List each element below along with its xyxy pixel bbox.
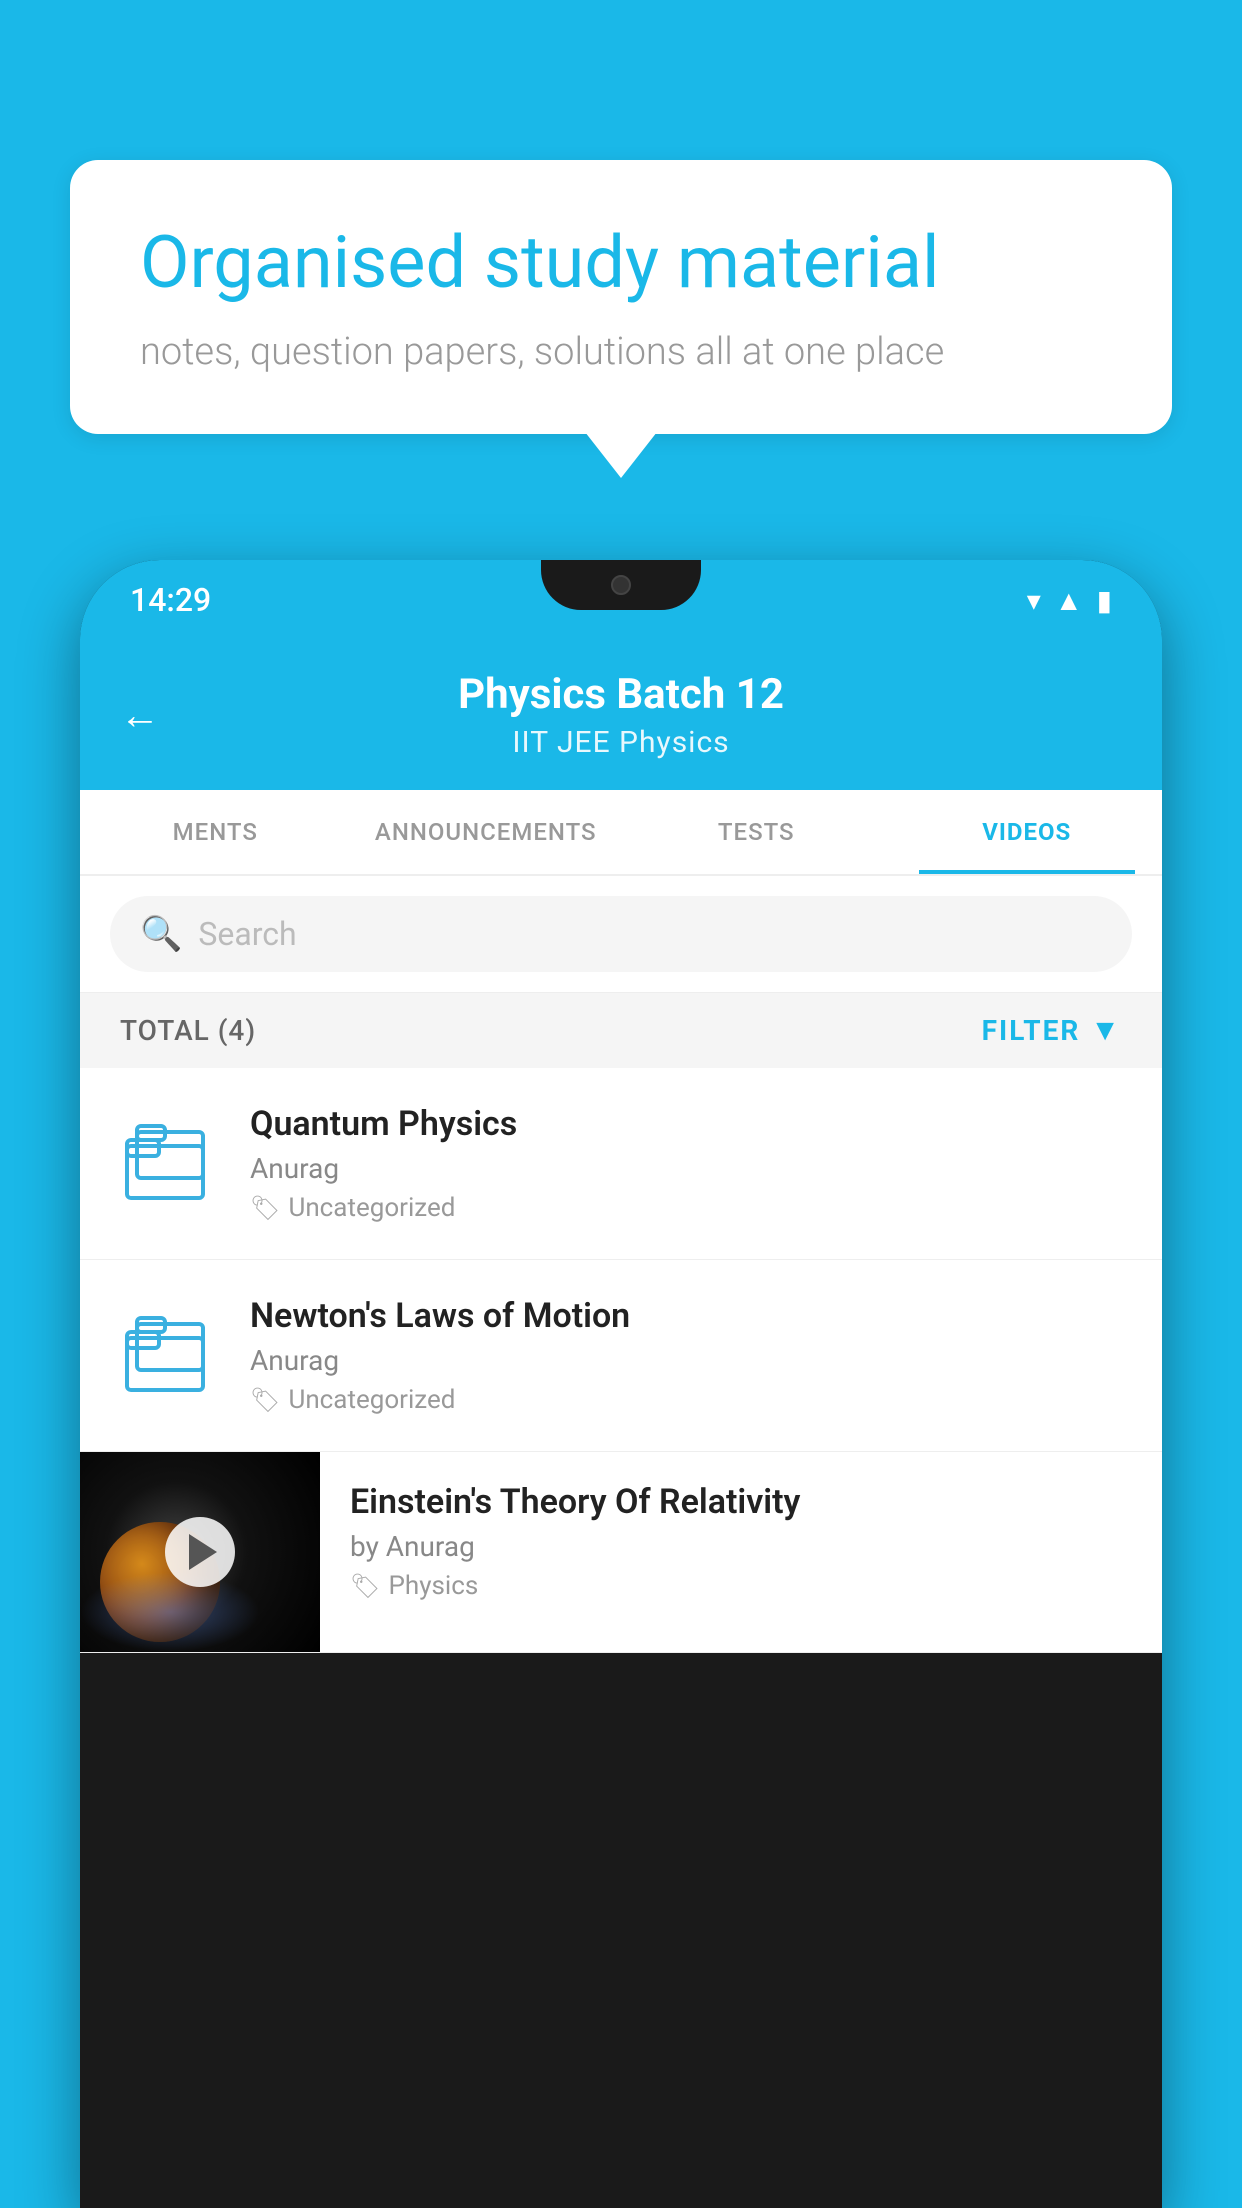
search-input[interactable]: Search xyxy=(198,915,296,953)
tab-ments[interactable]: MENTS xyxy=(80,790,351,874)
speech-bubble: Organised study material notes, question… xyxy=(70,160,1172,434)
tag-icon: 🏷 xyxy=(250,1194,280,1222)
item-author: Anurag xyxy=(250,1344,1122,1377)
notch xyxy=(541,560,701,610)
filter-label: FILTER xyxy=(982,1014,1081,1047)
list-item[interactable]: Newton's Laws of Motion Anurag 🏷 Uncateg… xyxy=(80,1260,1162,1452)
item-details: Newton's Laws of Motion Anurag 🏷 Uncateg… xyxy=(250,1296,1122,1415)
app-header: ← Physics Batch 12 IIT JEE Physics xyxy=(80,640,1162,790)
item-author: Anurag xyxy=(250,1152,1122,1185)
phone-frame: 14:29 ▾ ▲ ▮ ← Physics Batch 12 IIT JEE P… xyxy=(80,560,1162,2208)
item-title: Quantum Physics xyxy=(250,1104,1122,1144)
content-list: Quantum Physics Anurag 🏷 Uncategorized xyxy=(80,1068,1162,1653)
thumb-image xyxy=(80,1452,320,1652)
tag-text: Uncategorized xyxy=(288,1193,455,1223)
item-icon-wrap xyxy=(120,1110,220,1210)
item-icon-wrap xyxy=(120,1302,220,1402)
filter-funnel-icon: ▼ xyxy=(1090,1013,1122,1048)
thumb-author: by Anurag xyxy=(350,1530,1132,1563)
battery-icon: ▮ xyxy=(1097,584,1112,617)
thumb-title: Einstein's Theory Of Relativity xyxy=(350,1482,1132,1522)
search-icon: 🔍 xyxy=(140,914,182,954)
search-bar[interactable]: 🔍 Search xyxy=(110,896,1132,972)
speech-bubble-card: Organised study material notes, question… xyxy=(70,160,1172,434)
camera-dot xyxy=(611,575,631,595)
item-tag: 🏷 Uncategorized xyxy=(250,1193,1122,1223)
header-subtitle: IIT JEE Physics xyxy=(120,725,1122,760)
list-item-thumb[interactable]: Einstein's Theory Of Relativity by Anura… xyxy=(80,1452,1162,1653)
back-button[interactable]: ← xyxy=(120,692,160,739)
item-details: Quantum Physics Anurag 🏷 Uncategorized xyxy=(250,1104,1122,1223)
item-tag: 🏷 Uncategorized xyxy=(250,1385,1122,1415)
tab-videos[interactable]: VIDEOS xyxy=(892,790,1163,874)
filter-button[interactable]: FILTER ▼ xyxy=(982,1013,1122,1048)
tag-icon: 🏷 xyxy=(250,1386,280,1414)
list-item[interactable]: Quantum Physics Anurag 🏷 Uncategorized xyxy=(80,1068,1162,1260)
status-icons: ▾ ▲ ▮ xyxy=(1027,584,1112,617)
tag-text: Physics xyxy=(388,1571,478,1601)
search-container: 🔍 Search xyxy=(80,876,1162,993)
wifi-icon: ▾ xyxy=(1027,584,1041,617)
folder-front-icon xyxy=(135,1120,205,1180)
total-count: TOTAL (4) xyxy=(120,1014,256,1047)
thumb-tag: 🏷 Physics xyxy=(350,1571,1132,1601)
speech-subtitle: notes, question papers, solutions all at… xyxy=(140,330,1102,374)
status-bar: 14:29 ▾ ▲ ▮ xyxy=(80,560,1162,640)
filter-bar: TOTAL (4) FILTER ▼ xyxy=(80,993,1162,1068)
header-title: Physics Batch 12 xyxy=(120,670,1122,719)
folder-icon xyxy=(125,1120,215,1200)
play-button[interactable] xyxy=(165,1517,235,1587)
tag-icon: 🏷 xyxy=(350,1572,380,1600)
tab-announcements[interactable]: ANNOUNCEMENTS xyxy=(351,790,622,874)
folder-icon xyxy=(125,1312,215,1392)
folder-front-icon xyxy=(135,1312,205,1372)
thumb-details: Einstein's Theory Of Relativity by Anura… xyxy=(320,1452,1162,1631)
tab-tests[interactable]: TESTS xyxy=(621,790,892,874)
signal-icon: ▲ xyxy=(1055,584,1083,617)
tab-bar: MENTS ANNOUNCEMENTS TESTS VIDEOS xyxy=(80,790,1162,876)
item-title: Newton's Laws of Motion xyxy=(250,1296,1122,1336)
play-triangle-icon xyxy=(189,1534,217,1570)
status-time: 14:29 xyxy=(130,581,211,619)
glow-visual xyxy=(80,1572,260,1652)
speech-title: Organised study material xyxy=(140,220,1102,306)
tag-text: Uncategorized xyxy=(288,1385,455,1415)
